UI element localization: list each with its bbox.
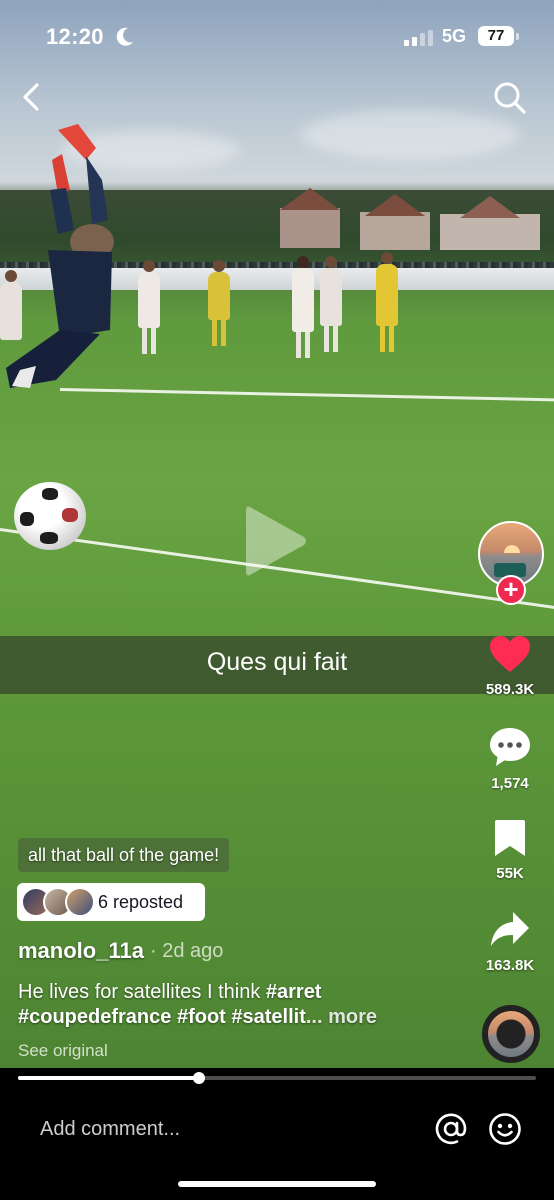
football [14,482,86,550]
progress-fill [18,1076,200,1080]
status-bar: 12:20 5G 77 [0,0,554,70]
battery-cap [516,33,519,40]
comment-input[interactable] [40,1114,410,1144]
status-time: 12:20 [46,24,104,49]
moon-icon [116,27,133,46]
sky-cloud [300,110,520,160]
play-icon[interactable] [246,503,308,579]
heart-icon [490,636,530,672]
see-original-link[interactable]: See original [18,1041,108,1061]
battery-level: 77 [478,26,514,46]
creator-username[interactable]: manolo_11a [18,938,144,964]
share-count: 163.8K [485,957,535,974]
player-yellow [376,252,398,352]
repost-avatars [21,887,97,917]
comment-button[interactable]: 1,574 [470,726,550,792]
video-progress-bar[interactable] [18,1072,536,1084]
avatar [65,887,95,917]
like-count: 589.3K [485,681,535,698]
pitch-line [59,388,554,402]
follow-button[interactable]: + [496,575,526,605]
signal-icon [404,30,433,46]
share-button[interactable]: 163.8K [470,910,550,974]
chevron-left-icon[interactable] [18,82,44,112]
progress-scrubber[interactable] [193,1072,206,1084]
at-icon[interactable] [434,1112,468,1146]
home-indicator [178,1181,376,1187]
repost-label: 6 reposted [98,892,184,912]
goalkeeper [6,124,114,388]
player-white [292,256,314,358]
more-link[interactable]: ... more [306,1006,377,1028]
post-date: · 2d ago [150,940,224,962]
background-houses [260,188,554,258]
search-icon[interactable] [492,80,528,116]
speech-bubble-icon [490,728,530,766]
player-white [320,256,342,352]
like-button[interactable]: 589.3K [470,634,550,698]
post-description[interactable]: He lives for satellites I think #arret #… [18,980,468,1030]
video-caption-chip: all that ball of the game! [18,838,230,872]
save-count: 55K [496,865,524,882]
share-arrow-icon [491,912,529,946]
bookmark-icon [495,820,525,856]
music-disc[interactable] [482,1005,540,1063]
comment-count: 1,574 [491,775,529,792]
smiley-icon[interactable] [488,1112,522,1146]
player-yellow [208,260,230,346]
description-text: He lives for satellites I think [18,981,266,1003]
player-white [138,260,160,354]
network-type: 5G [442,26,467,46]
save-button[interactable]: 55K [470,818,550,882]
repost-pill[interactable]: 6 reposted [17,883,205,921]
